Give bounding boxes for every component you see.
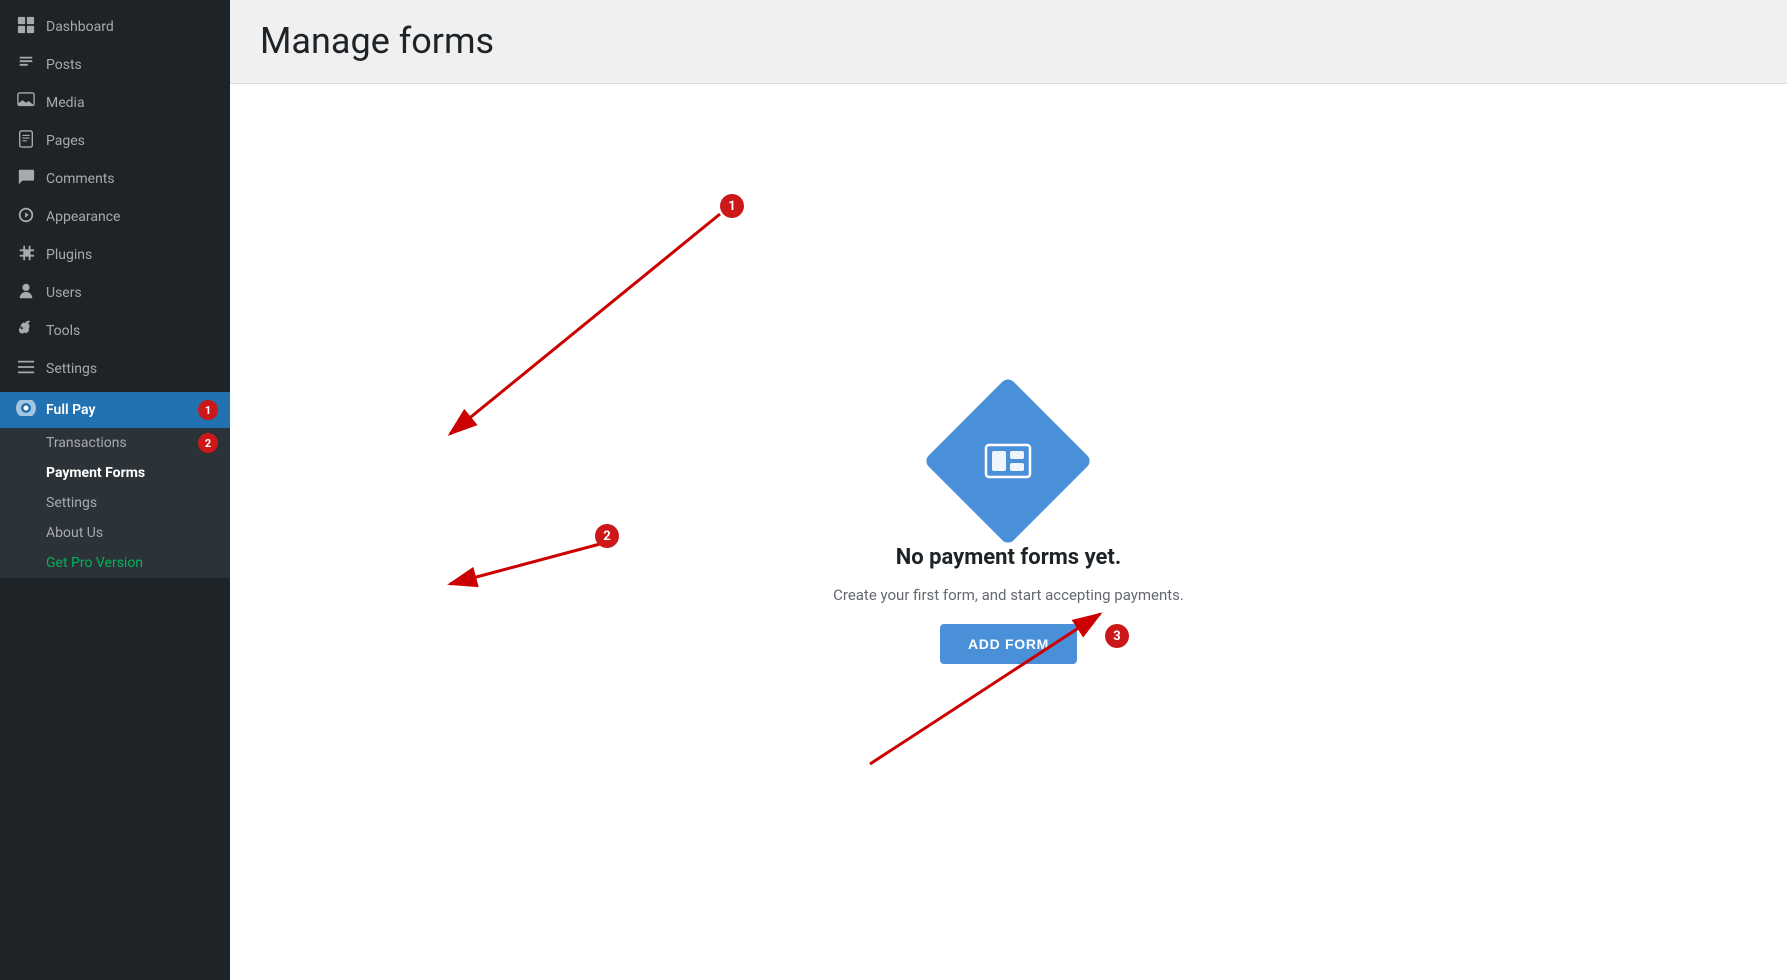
sidebar-item-tools[interactable]: Tools <box>0 312 230 350</box>
transactions-label: Transactions <box>46 435 127 451</box>
annotation-badge-1: 1 <box>720 194 744 218</box>
sidebar-item-appearance[interactable]: Appearance <box>0 198 230 236</box>
sidebar-item-label: Appearance <box>46 209 120 225</box>
sidebar-item-about-us[interactable]: About Us <box>0 518 230 548</box>
sidebar: Dashboard Posts Media Pages Comments <box>0 0 230 980</box>
sidebar-item-label: Plugins <box>46 247 92 263</box>
page-title: Manage forms <box>260 20 1757 63</box>
sidebar-item-label: Tools <box>46 323 80 339</box>
fullpay-icon <box>16 400 36 420</box>
appearance-icon <box>16 206 36 228</box>
empty-state: No payment forms yet. Create your first … <box>833 401 1184 664</box>
sidebar-nav: Dashboard Posts Media Pages Comments <box>0 0 230 980</box>
sidebar-item-payment-forms[interactable]: Payment Forms <box>0 458 230 488</box>
empty-state-description: Create your first form, and start accept… <box>833 586 1184 604</box>
sidebar-fullpay-label: Full Pay <box>46 402 95 418</box>
page-body: No payment forms yet. Create your first … <box>230 84 1787 980</box>
sidebar-item-label: Posts <box>46 57 82 73</box>
page-header: Manage forms <box>230 0 1787 84</box>
pages-icon <box>16 130 36 152</box>
get-pro-label: Get Pro Version <box>46 555 143 571</box>
media-icon <box>16 92 36 114</box>
settings-icon <box>16 358 36 380</box>
tools-icon <box>16 320 36 342</box>
main-content: Manage forms No payment forms yet. Creat… <box>230 0 1787 980</box>
sidebar-item-comments[interactable]: Comments <box>0 160 230 198</box>
sidebar-item-settings-sub[interactable]: Settings <box>0 488 230 518</box>
sidebar-item-posts[interactable]: Posts <box>0 46 230 84</box>
payment-forms-label: Payment Forms <box>46 465 145 481</box>
users-icon <box>16 282 36 304</box>
settings-sub-label: Settings <box>46 495 97 511</box>
sidebar-item-pages[interactable]: Pages <box>0 122 230 160</box>
sidebar-item-label: Media <box>46 95 85 111</box>
fullpay-submenu: Transactions 2 Payment Forms Settings Ab… <box>0 428 230 578</box>
about-us-label: About Us <box>46 525 103 541</box>
sidebar-item-label: Users <box>46 285 82 301</box>
forms-diamond-icon <box>924 376 1094 546</box>
sidebar-item-fullpay[interactable]: Full Pay 1 <box>0 392 230 428</box>
dashboard-icon <box>16 16 36 38</box>
sidebar-item-plugins[interactable]: Plugins <box>0 236 230 274</box>
sidebar-item-label: Dashboard <box>46 19 114 35</box>
sidebar-item-dashboard[interactable]: Dashboard <box>0 8 230 46</box>
sidebar-item-label: Comments <box>46 171 115 187</box>
add-form-button[interactable]: ADD FORM <box>940 624 1077 664</box>
sidebar-item-settings[interactable]: Settings <box>0 350 230 388</box>
plugins-icon <box>16 244 36 266</box>
sidebar-item-media[interactable]: Media <box>0 84 230 122</box>
sidebar-item-transactions[interactable]: Transactions 2 <box>0 428 230 458</box>
posts-icon <box>16 54 36 76</box>
sidebar-item-label: Settings <box>46 361 97 377</box>
comments-icon <box>16 168 36 190</box>
fullpay-badge: 1 <box>198 400 218 420</box>
sidebar-item-label: Pages <box>46 133 85 149</box>
sidebar-item-users[interactable]: Users <box>0 274 230 312</box>
sidebar-item-get-pro[interactable]: Get Pro Version <box>0 548 230 578</box>
annotation-badge-2: 2 <box>595 524 619 548</box>
empty-state-title: No payment forms yet. <box>896 545 1121 570</box>
transactions-badge: 2 <box>198 433 218 453</box>
